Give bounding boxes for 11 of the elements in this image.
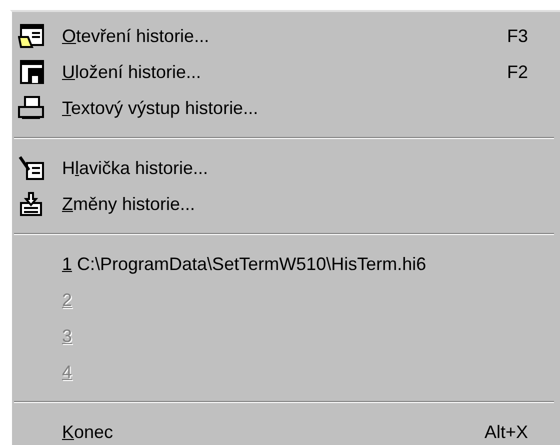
document-arrow-icon <box>18 192 44 216</box>
menu-item[interactable]: Uložení historie... F2 <box>14 54 534 90</box>
menu-item[interactable]: Konec Alt+X <box>14 414 534 445</box>
folder-icon <box>18 24 44 48</box>
printer-icon <box>18 96 44 120</box>
menu-item[interactable]: Textový výstup historie... <box>14 90 534 126</box>
menu-item[interactable]: 1 C:\ProgramData\SetTermW510\HisTerm.hi6 <box>14 246 534 282</box>
menu-item[interactable]: Otevření historie... F3 <box>14 18 534 54</box>
menu-item[interactable]: Změny historie... <box>14 186 534 222</box>
menu-item[interactable]: Hlavička historie... <box>14 150 534 186</box>
pen-document-icon <box>18 156 44 180</box>
